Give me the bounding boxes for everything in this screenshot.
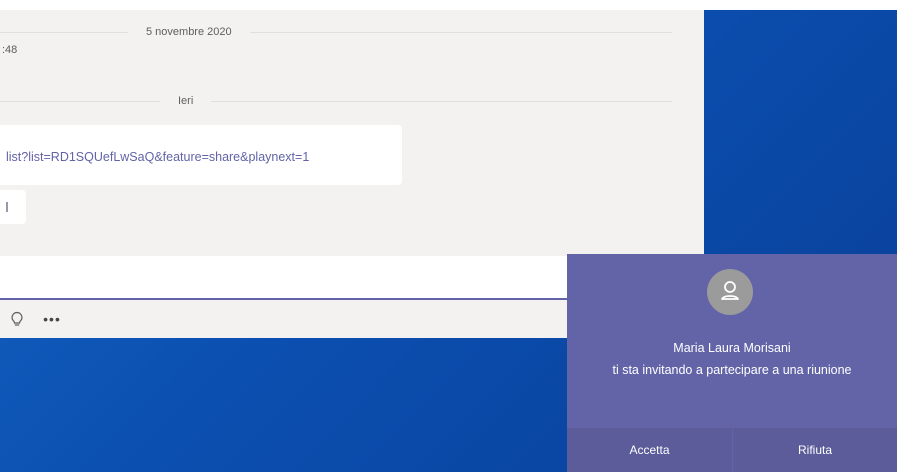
date-divider-nov: 5 novembre 2020 bbox=[0, 24, 672, 40]
message-link[interactable]: list?list=RD1SQUefLwSaQ&feature=share&pl… bbox=[6, 150, 309, 164]
avatar bbox=[707, 269, 753, 315]
message-bubble-small bbox=[0, 190, 26, 224]
text-fragment bbox=[6, 202, 8, 212]
caller-name: Maria Laura Morisani bbox=[673, 341, 791, 355]
date-divider-label: Ieri bbox=[178, 95, 194, 107]
lightbulb-icon[interactable] bbox=[8, 310, 26, 328]
date-divider-label: 5 novembre 2020 bbox=[146, 26, 232, 38]
accept-button[interactable]: Accetta bbox=[567, 428, 732, 472]
date-divider-yesterday: Ieri bbox=[0, 93, 672, 109]
person-icon bbox=[721, 281, 739, 300]
message-timestamp: :48 bbox=[2, 44, 18, 56]
more-options-icon[interactable]: ••• bbox=[38, 310, 66, 328]
call-invite-message: ti sta invitando a partecipare a una riu… bbox=[612, 363, 852, 377]
top-strip bbox=[0, 0, 897, 10]
reject-button[interactable]: Rifiuta bbox=[733, 428, 897, 472]
